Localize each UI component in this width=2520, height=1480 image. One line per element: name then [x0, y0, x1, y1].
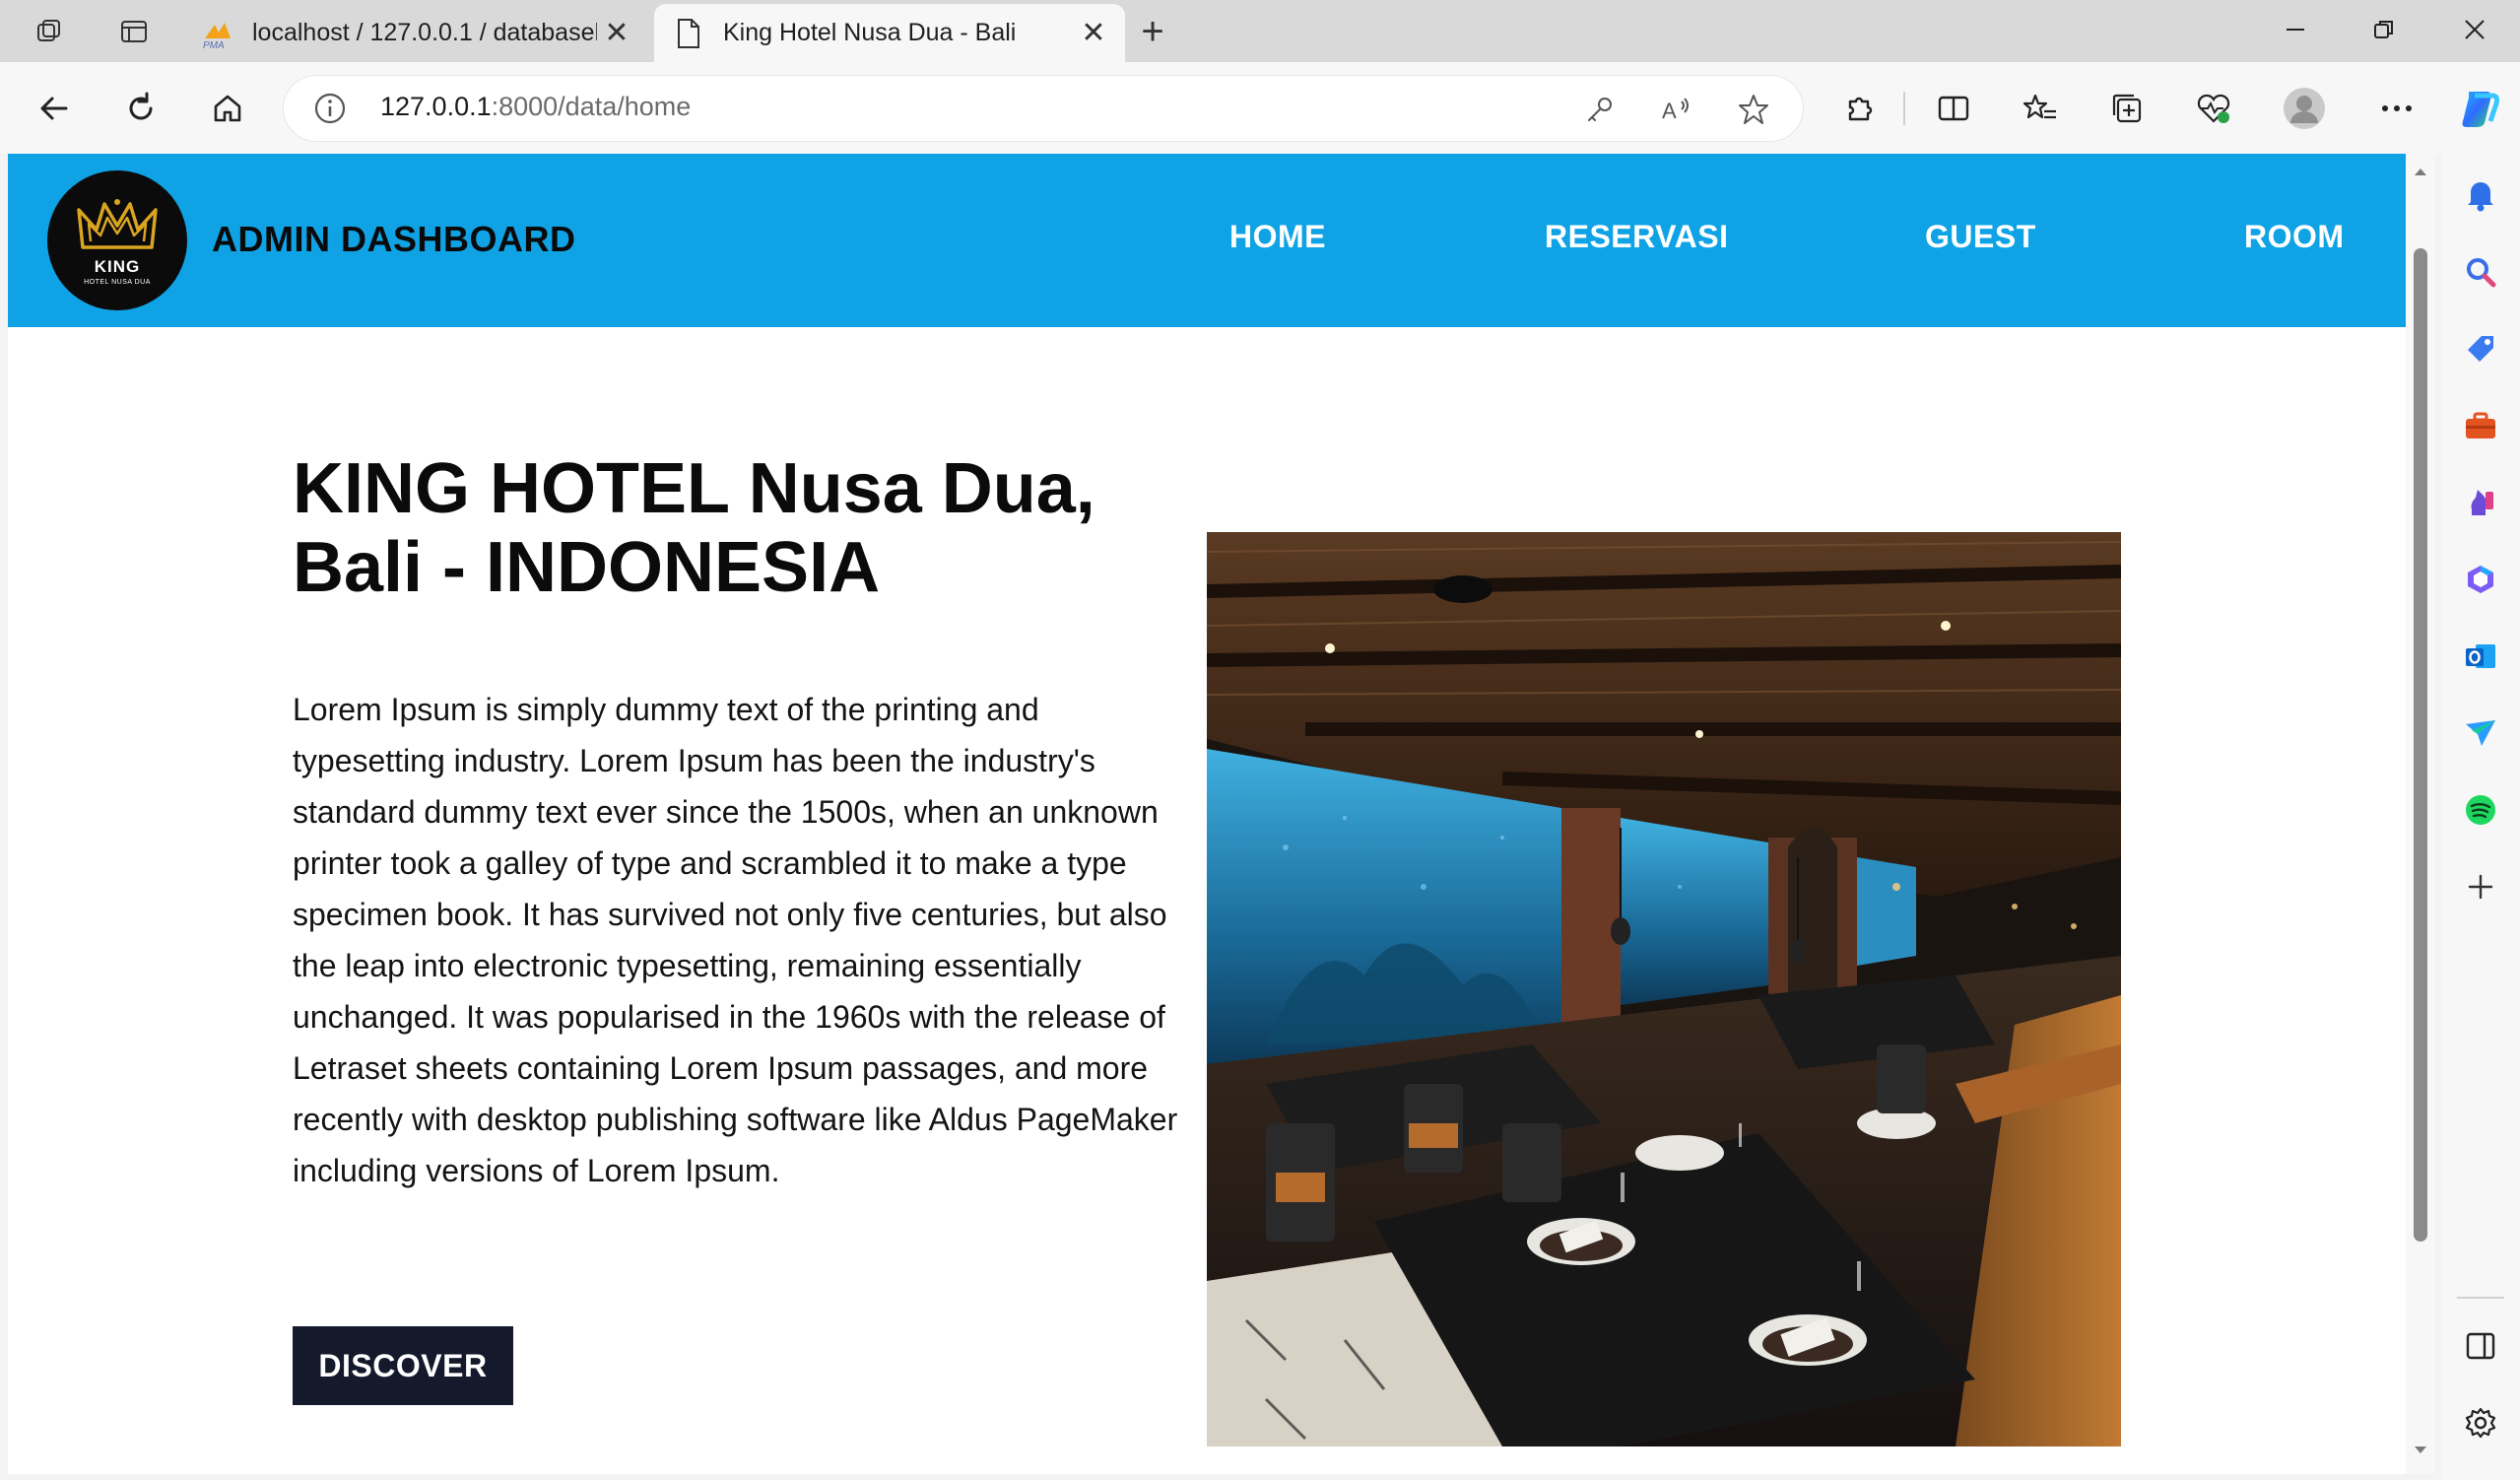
scroll-thumb[interactable]	[2414, 248, 2427, 1242]
close-window-icon[interactable]	[2445, 10, 2504, 49]
url-path: :8000/data/home	[491, 92, 692, 121]
hero-description: Lorem Ipsum is simply dummy text of the …	[293, 692, 1178, 1188]
spotify-icon[interactable]	[2463, 792, 2498, 828]
page-viewport: KING HOTEL NUSA DUA ADMIN DASHBOARD HOME…	[8, 154, 2406, 1474]
nav-reservasi[interactable]: RESERVASI	[1545, 219, 1728, 255]
read-aloud-icon[interactable]: A	[1659, 92, 1694, 127]
hide-sidebar-icon[interactable]	[2463, 1328, 2498, 1364]
nav-guest[interactable]: GUEST	[1925, 219, 2036, 255]
minimize-icon[interactable]	[2266, 10, 2325, 49]
notifications-bell-icon[interactable]	[2463, 177, 2498, 213]
svg-text:A: A	[1662, 99, 1677, 123]
nav-room[interactable]: ROOM	[2244, 219, 2345, 255]
edge-sidebar	[2441, 154, 2520, 1480]
browser-toolbar: 127.0.0.1:8000/data/home A	[0, 62, 2520, 154]
copilot-icon[interactable]	[2453, 82, 2506, 135]
shopping-tag-icon[interactable]	[2463, 331, 2498, 367]
home-icon[interactable]	[205, 86, 250, 131]
collections-icon[interactable]	[2104, 86, 2150, 131]
split-screen-icon[interactable]	[1931, 86, 1976, 131]
add-sidebar-app-icon[interactable]	[2463, 869, 2498, 905]
tab-title: localhost / 127.0.0.1 / databasehotel	[252, 19, 597, 46]
microsoft-365-icon[interactable]	[2463, 562, 2498, 597]
dashboard-title: ADMIN DASHBOARD	[212, 219, 576, 259]
nav-home[interactable]: HOME	[1229, 219, 1326, 255]
outlook-icon[interactable]	[2463, 639, 2498, 674]
page-scrollbar[interactable]	[2406, 154, 2435, 1474]
page-icon	[672, 17, 705, 50]
scroll-down-icon[interactable]	[2413, 1445, 2428, 1456]
url-host: 127.0.0.1	[380, 92, 492, 121]
restore-icon[interactable]	[2354, 10, 2414, 49]
search-icon[interactable]	[2463, 254, 2498, 290]
drop-send-icon[interactable]	[2463, 715, 2498, 751]
site-navbar: KING HOTEL NUSA DUA ADMIN DASHBOARD HOME…	[8, 154, 2406, 327]
tools-briefcase-icon[interactable]	[2463, 408, 2498, 443]
favorite-star-icon[interactable]	[1736, 92, 1771, 127]
more-options-icon[interactable]	[2374, 86, 2420, 131]
vertical-tabs-icon[interactable]	[116, 14, 152, 49]
site-info-icon[interactable]	[313, 92, 347, 125]
svg-text:PMA: PMA	[203, 40, 225, 50]
browser-essentials-icon[interactable]	[2191, 86, 2236, 131]
tab-phpmyadmin[interactable]: PMA localhost / 127.0.0.1 / databasehote…	[183, 4, 648, 62]
refresh-icon[interactable]	[118, 86, 164, 131]
address-bar[interactable]: 127.0.0.1:8000/data/home A	[284, 76, 1803, 141]
tab-strip: PMA localhost / 127.0.0.1 / databasehote…	[0, 0, 2520, 62]
discover-button[interactable]: DISCOVER	[293, 1326, 513, 1405]
sidebar-divider	[2457, 1297, 2504, 1299]
tab-king-hotel[interactable]: King Hotel Nusa Dua - Bali ✕	[654, 4, 1125, 62]
profile-avatar[interactable]	[2282, 86, 2327, 131]
hotel-logo[interactable]: KING HOTEL NUSA DUA	[47, 170, 187, 310]
tab-title: King Hotel Nusa Dua - Bali	[723, 19, 1017, 46]
restaurant-aquarium-photo	[1207, 532, 2121, 1446]
url-text[interactable]: 127.0.0.1:8000/data/home	[380, 92, 691, 122]
logo-name: KING	[94, 256, 141, 276]
back-icon[interactable]	[32, 86, 77, 131]
favorites-icon[interactable]	[2018, 86, 2063, 131]
crown-icon	[77, 198, 158, 249]
settings-gear-icon[interactable]	[2463, 1405, 2498, 1441]
new-tab-icon[interactable]: +	[1133, 10, 1172, 53]
scroll-up-icon[interactable]	[2413, 166, 2428, 177]
logo-subtitle: HOTEL NUSA DUA	[84, 278, 151, 286]
toolbar-divider	[1903, 92, 1905, 125]
phpmyadmin-icon: PMA	[201, 17, 234, 50]
close-tab-icon[interactable]: ✕	[1074, 14, 1113, 53]
extensions-icon[interactable]	[1836, 86, 1882, 131]
workspaces-icon[interactable]	[32, 14, 67, 49]
games-icon[interactable]	[2463, 485, 2498, 520]
password-key-icon[interactable]	[1582, 92, 1618, 127]
hero-title: KING HOTEL Nusa Dua, Bali - INDONESIA	[293, 449, 1095, 607]
close-tab-icon[interactable]: ✕	[597, 14, 636, 53]
